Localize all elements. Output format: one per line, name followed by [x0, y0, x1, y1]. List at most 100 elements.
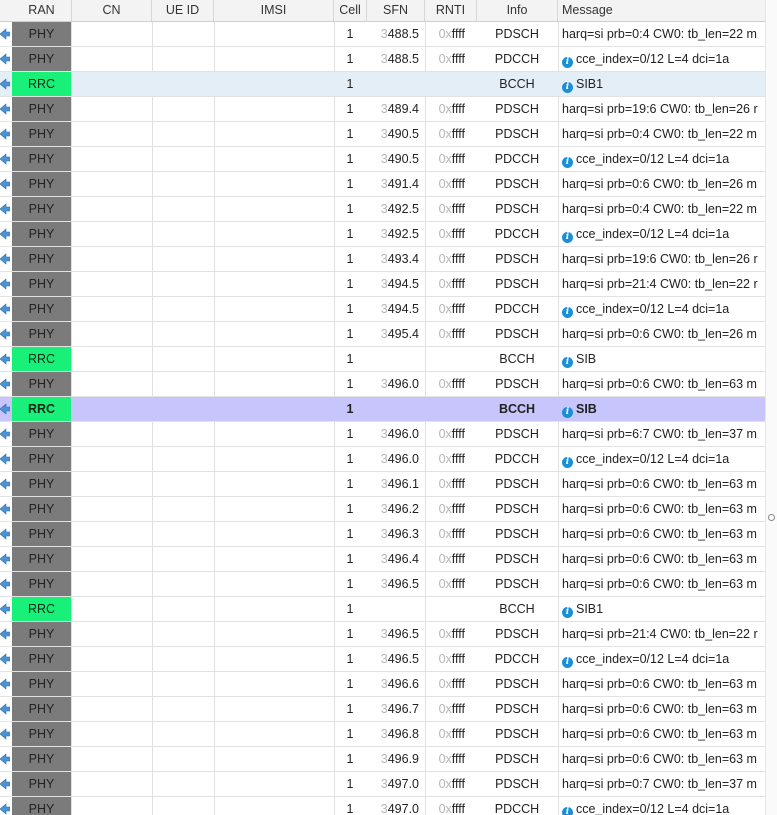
- table-row[interactable]: PHY 1 3496.6 0xffff PDSCH harq=si prb=0:6 CW0…: [0, 672, 766, 697]
- message-text: harq=si prb=0:6 CW0: tb_len=63 m: [562, 577, 757, 591]
- table-row[interactable]: PHY 1 3494.5 0xffff PDSCH harq=si prb=21:4 CW…: [0, 272, 766, 297]
- info-icon[interactable]: i: [562, 657, 573, 668]
- table-row[interactable]: PHY 1 3496.8 0xffff PDSCH harq=si prb=0:6 CW0…: [0, 722, 766, 747]
- table-row[interactable]: PHY 1 3497.0 0xffff PDCCH i cce_index=0/12 L=4…: [0, 797, 766, 815]
- table-row[interactable]: PHY 1 3494.5 0xffff PDCCH i cce_index=0/12 L=4…: [0, 297, 766, 322]
- message-text: SIB1: [576, 602, 604, 616]
- table-row[interactable]: PHY 1 3496.7 0xffff PDSCH harq=si prb=0:6 CW0…: [0, 697, 766, 722]
- scroll-thumb[interactable]: [768, 514, 775, 521]
- sfn-prefix: 3: [380, 752, 388, 766]
- vertical-scrollbar[interactable]: [765, 0, 777, 815]
- table-row[interactable]: PHY 1 3492.5 0xffff PDCCH i cce_index=0/12 L=4…: [0, 222, 766, 247]
- col-header-info[interactable]: Info: [477, 0, 558, 21]
- table-row[interactable]: PHY 1 3488.5 0xffff PDSCH harq=si prb=0:4 CW0…: [0, 22, 766, 47]
- table-row[interactable]: PHY 1 3493.4 0xffff PDSCH harq=si prb=19:6 CW…: [0, 247, 766, 272]
- table-row[interactable]: PHY 1 3496.5 0xffff PDCCH i cce_index=0/12 L=4…: [0, 647, 766, 672]
- rnti-prefix: 0x: [438, 277, 452, 291]
- message-text: harq=si prb=21:4 CW0: tb_len=22 r: [562, 627, 758, 641]
- message-text: harq=si prb=0:6 CW0: tb_len=63 m: [562, 377, 757, 391]
- rnti-cell: 0xffff: [425, 47, 475, 71]
- message-cell: harq=si prb=0:6 CW0: tb_len=63 m: [562, 572, 766, 596]
- table-row[interactable]: PHY 1 3495.4 0xffff PDSCH harq=si prb=0:6 CW0…: [0, 322, 766, 347]
- table-row[interactable]: PHY 1 3496.5 0xffff PDSCH harq=si prb=21:4 CW…: [0, 622, 766, 647]
- info-cell: PDSCH: [495, 502, 539, 516]
- arrow-left-icon: [0, 753, 10, 765]
- sfn-value: 496.0: [387, 427, 419, 441]
- rnti-prefix: 0x: [438, 302, 452, 316]
- col-header-message[interactable]: Message: [558, 0, 766, 21]
- sfn-value: 497.0: [387, 802, 419, 815]
- message-cell: harq=si prb=0:4 CW0: tb_len=22 m: [562, 197, 766, 221]
- table-row[interactable]: PHY 1 3496.9 0xffff PDSCH harq=si prb=0:6 CW0…: [0, 747, 766, 772]
- table-row[interactable]: RRC 1 BCCH i SIB1: [0, 72, 766, 97]
- info-icon[interactable]: i: [562, 357, 573, 368]
- message-cell: harq=si prb=0:6 CW0: tb_len=63 m: [562, 547, 766, 571]
- table-row[interactable]: RRC 1 BCCH i SIB: [0, 397, 766, 422]
- col-header-ran[interactable]: RAN: [12, 0, 72, 21]
- info-icon[interactable]: i: [562, 82, 573, 93]
- table-row[interactable]: PHY 1 3490.5 0xffff PDCCH i cce_index=0/12 L=4…: [0, 147, 766, 172]
- info-icon[interactable]: i: [562, 607, 573, 618]
- sfn-cell: 3490.5: [367, 122, 423, 146]
- rnti-prefix: 0x: [438, 702, 452, 716]
- table-row[interactable]: PHY 1 3491.4 0xffff PDSCH harq=si prb=0:6 CW0…: [0, 172, 766, 197]
- rnti-prefix: 0x: [438, 327, 452, 341]
- sfn-value: 496.7: [387, 702, 419, 716]
- table-row[interactable]: PHY 1 3497.0 0xffff PDSCH harq=si prb=0:7 CW0…: [0, 772, 766, 797]
- col-header-imsi[interactable]: IMSI: [214, 0, 334, 21]
- message-cell: harq=si prb=0:4 CW0: tb_len=22 m: [562, 22, 766, 46]
- table-row[interactable]: RRC 1 BCCH i SIB1: [0, 597, 766, 622]
- table-row[interactable]: PHY 1 3496.0 0xffff PDSCH harq=si prb=6:7 CW0…: [0, 422, 766, 447]
- message-cell: harq=si prb=21:4 CW0: tb_len=22 r: [562, 272, 766, 296]
- table-row[interactable]: PHY 1 3496.5 0xffff PDSCH harq=si prb=0:6 CW0…: [0, 572, 766, 597]
- info-icon[interactable]: i: [562, 57, 573, 68]
- cell-id-cell: 1: [346, 652, 354, 666]
- table-row[interactable]: PHY 1 3496.2 0xffff PDSCH harq=si prb=0:6 CW0…: [0, 497, 766, 522]
- info-icon[interactable]: i: [562, 807, 573, 815]
- table-row[interactable]: PHY 1 3490.5 0xffff PDSCH harq=si prb=0:4 CW0…: [0, 122, 766, 147]
- rnti-value: ffff: [451, 677, 465, 691]
- info-cell: PDCCH: [494, 652, 540, 666]
- rnti-prefix: 0x: [438, 777, 452, 791]
- rnti-cell: 0xffff: [425, 772, 475, 796]
- col-header-cn[interactable]: CN: [72, 0, 152, 21]
- cell-id-cell: 1: [346, 527, 354, 541]
- table-row[interactable]: PHY 1 3496.1 0xffff PDSCH harq=si prb=0:6 CW0…: [0, 472, 766, 497]
- cell-id-cell: 1: [346, 277, 354, 291]
- sfn-prefix: 3: [380, 627, 388, 641]
- info-cell: PDSCH: [495, 277, 539, 291]
- table-row[interactable]: PHY 1 3488.5 0xffff PDCCH i cce_index=0/12 L=4…: [0, 47, 766, 72]
- info-icon[interactable]: i: [562, 232, 573, 243]
- table-row[interactable]: PHY 1 3496.0 0xffff PDCCH i cce_index=0/12 L=4…: [0, 447, 766, 472]
- arrow-left-icon: [0, 678, 10, 690]
- table-row[interactable]: PHY 1 3492.5 0xffff PDSCH harq=si prb=0:4 CW0…: [0, 197, 766, 222]
- table-row[interactable]: PHY 1 3496.0 0xffff PDSCH harq=si prb=0:6 CW0…: [0, 372, 766, 397]
- message-cell: i SIB1: [562, 72, 766, 96]
- info-icon[interactable]: i: [562, 407, 573, 418]
- rnti-cell: 0xffff: [425, 572, 475, 596]
- sfn-value: 496.4: [387, 552, 419, 566]
- sfn-prefix: 3: [380, 777, 388, 791]
- info-icon[interactable]: i: [562, 307, 573, 318]
- rnti-prefix: 0x: [438, 127, 452, 141]
- table-row[interactable]: RRC 1 BCCH i SIB: [0, 347, 766, 372]
- rnti-cell: 0xffff: [425, 22, 475, 46]
- col-header-ue-id[interactable]: UE ID: [152, 0, 214, 21]
- col-header-sfn[interactable]: SFN: [367, 0, 425, 21]
- cell-id-cell: 1: [346, 27, 354, 41]
- info-icon[interactable]: i: [562, 157, 573, 168]
- table-row[interactable]: PHY 1 3496.4 0xffff PDSCH harq=si prb=0:6 CW0…: [0, 547, 766, 572]
- table-row[interactable]: PHY 1 3496.3 0xffff PDSCH harq=si prb=0:6 CW0…: [0, 522, 766, 547]
- sfn-prefix: 3: [380, 702, 388, 716]
- cell-id-cell: 1: [346, 427, 354, 441]
- rnti-prefix: 0x: [438, 152, 452, 166]
- rnti-cell: [425, 347, 475, 371]
- col-header-cell[interactable]: Cell: [334, 0, 367, 21]
- sfn-value: 496.0: [387, 377, 419, 391]
- info-icon[interactable]: i: [562, 457, 573, 468]
- info-cell: BCCH: [499, 602, 535, 616]
- cell-id-cell: 1: [346, 702, 354, 716]
- table-row[interactable]: PHY 1 3489.4 0xffff PDSCH harq=si prb=19:6 CW…: [0, 97, 766, 122]
- col-header-rnti[interactable]: RNTI: [425, 0, 477, 21]
- rnti-value: ffff: [451, 427, 465, 441]
